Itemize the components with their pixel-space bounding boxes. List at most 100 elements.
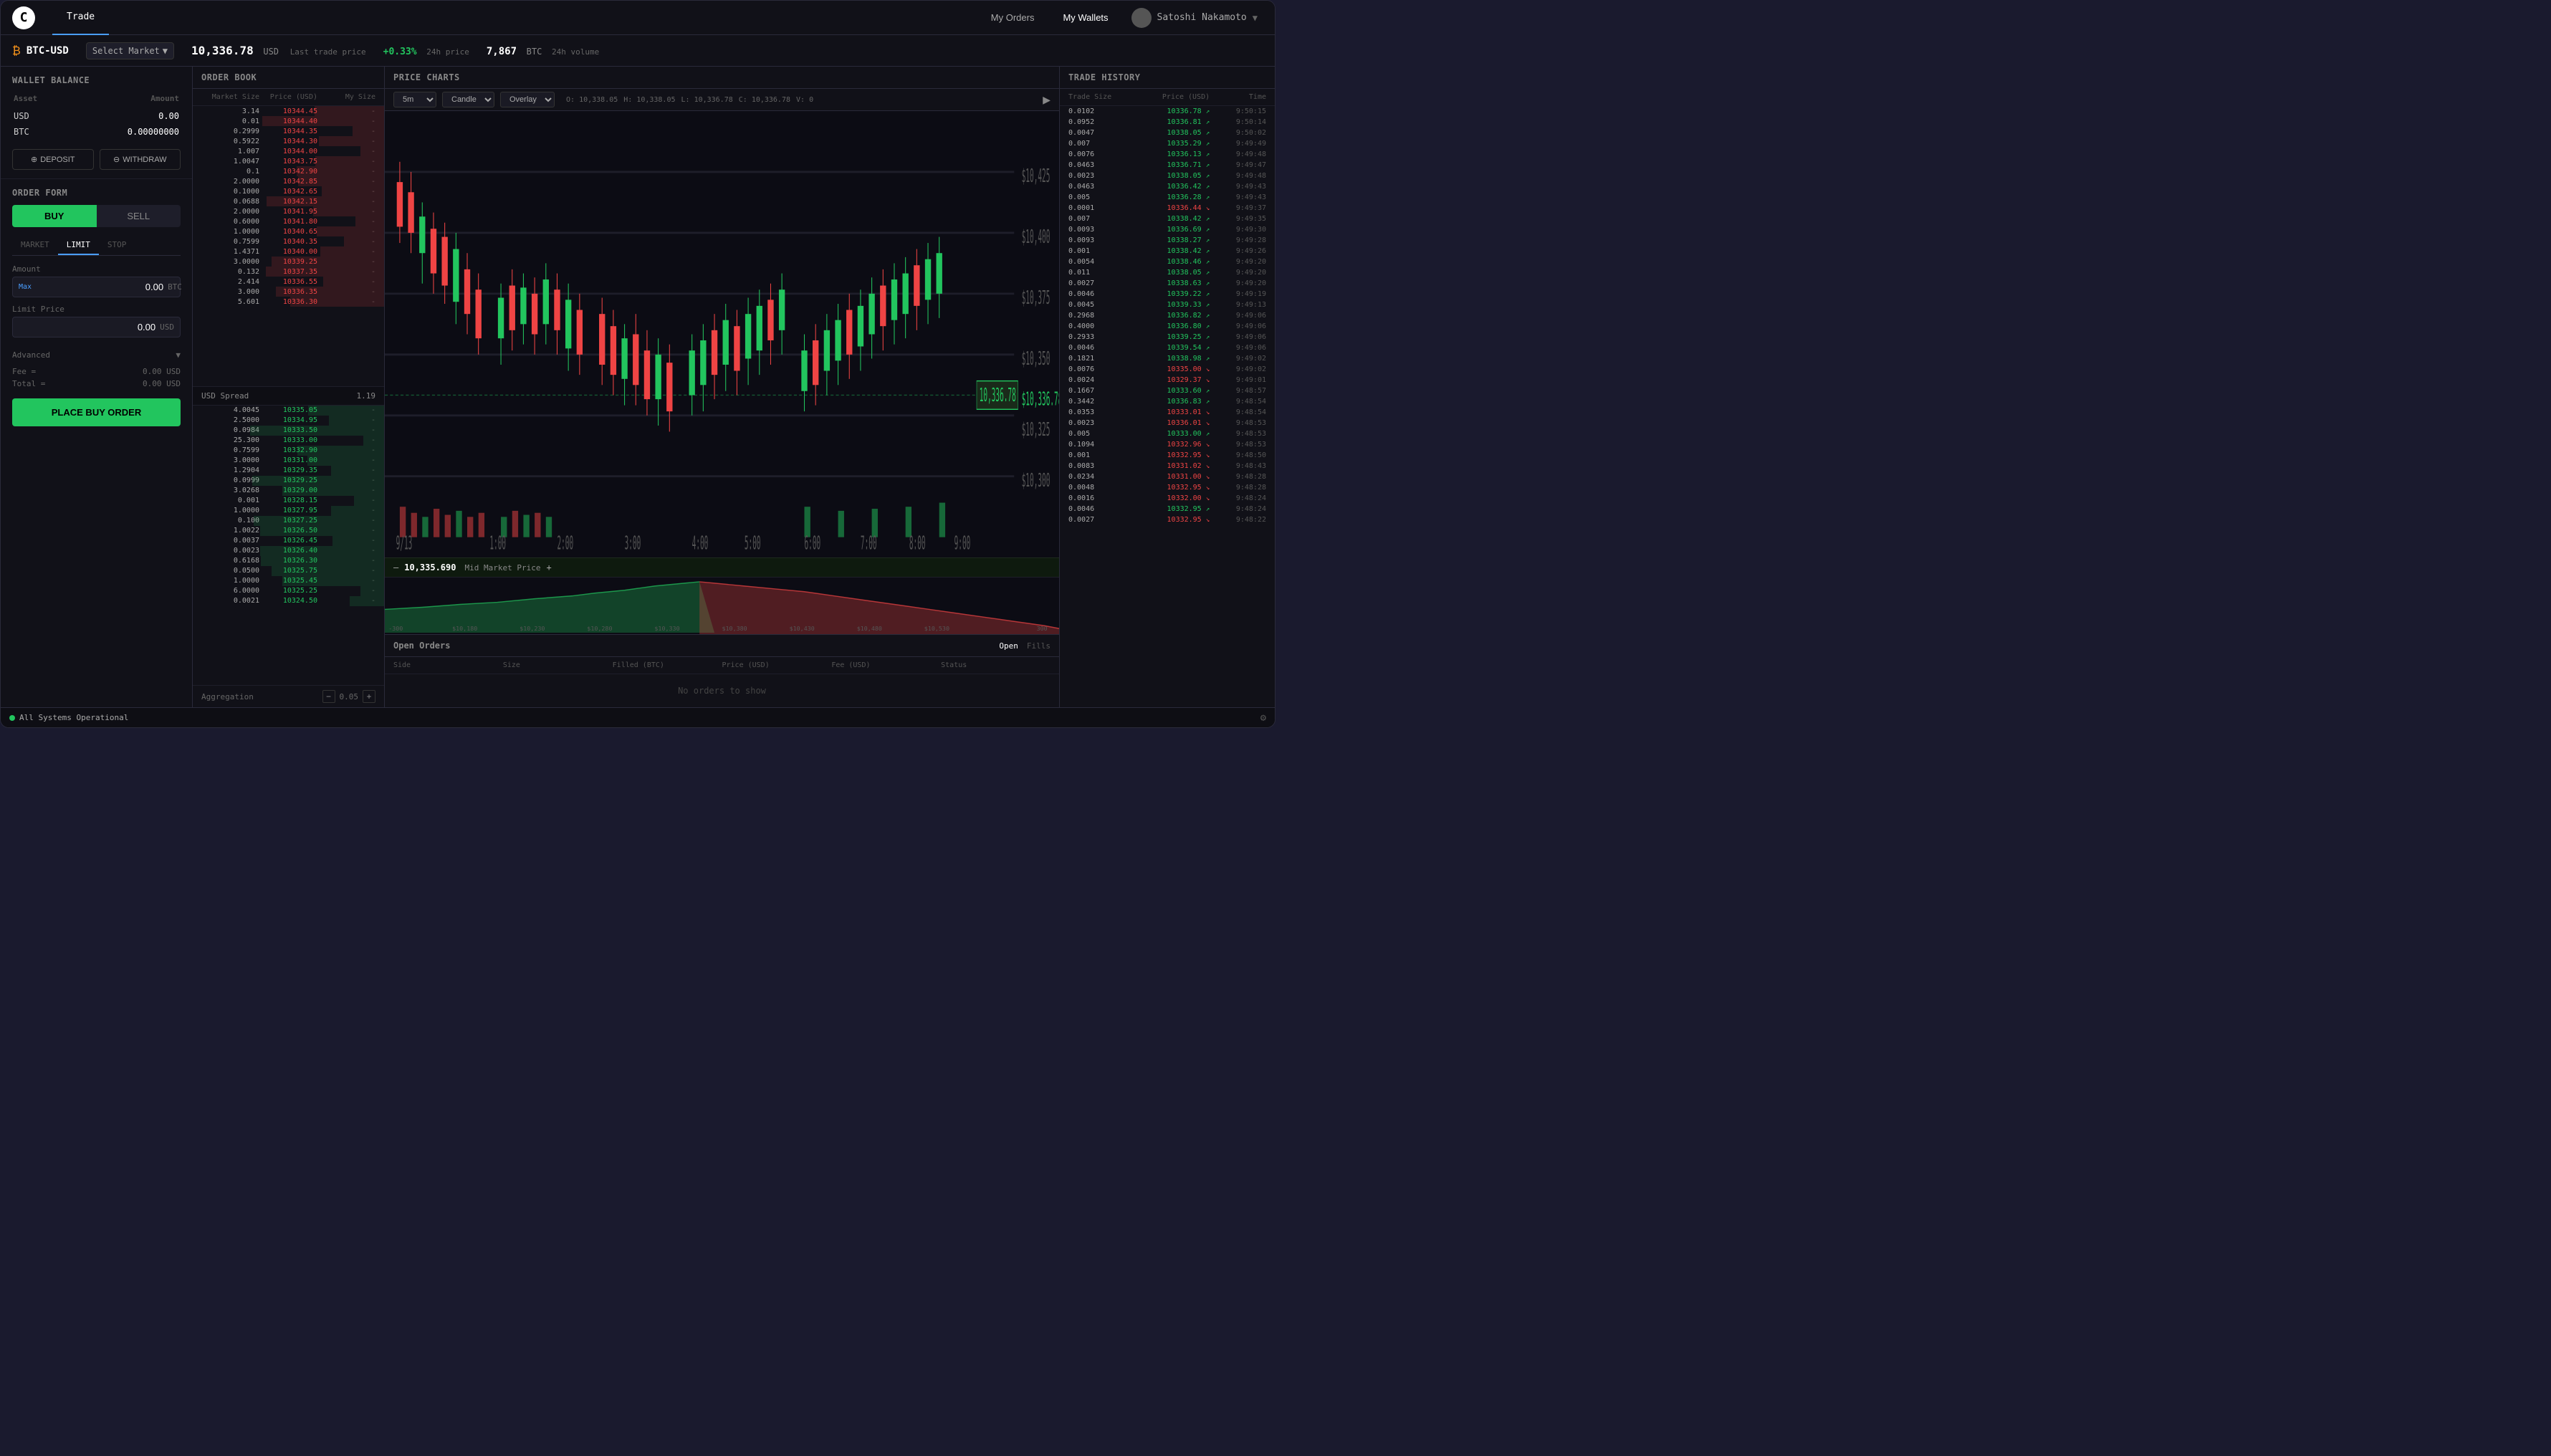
buy-order-row[interactable]: 4.004510335.05- xyxy=(193,406,384,416)
withdraw-button[interactable]: ⊖ WITHDRAW xyxy=(100,149,181,170)
fills-tab[interactable]: Fills xyxy=(1027,641,1050,651)
trade-history-row[interactable]: 0.0048 10332.95 ↘ 9:48:28 xyxy=(1060,482,1275,493)
trade-history-row[interactable]: 0.4000 10336.80 ↗ 9:49:06 xyxy=(1060,321,1275,332)
trade-history-row[interactable]: 0.1821 10338.98 ↗ 9:49:02 xyxy=(1060,353,1275,364)
settings-icon[interactable]: ⚙ xyxy=(1260,712,1266,724)
buy-order-row[interactable]: 0.003710326.45- xyxy=(193,536,384,546)
trade-history-row[interactable]: 0.0024 10329.37 ↘ 9:49:01 xyxy=(1060,375,1275,385)
trade-history-row[interactable]: 0.3442 10336.83 ↗ 9:48:54 xyxy=(1060,396,1275,407)
trade-history-row[interactable]: 0.0076 10336.13 ↗ 9:49:48 xyxy=(1060,149,1275,160)
select-market-button[interactable]: Select Market ▼ xyxy=(86,42,174,59)
trade-history-row[interactable]: 0.0046 10339.54 ↗ 9:49:06 xyxy=(1060,343,1275,353)
sell-order-row[interactable]: 2.000010342.85- xyxy=(193,176,384,186)
buy-order-row[interactable]: 0.098410333.50- xyxy=(193,426,384,436)
trade-history-row[interactable]: 0.0076 10335.00 ↘ 9:49:02 xyxy=(1060,364,1275,375)
buy-order-row[interactable]: 25.30010333.00- xyxy=(193,436,384,446)
sell-order-row[interactable]: 2.000010341.95- xyxy=(193,206,384,216)
trade-history-row[interactable]: 0.1667 10333.60 ↗ 9:48:57 xyxy=(1060,385,1275,396)
sell-order-row[interactable]: 0.759910340.35- xyxy=(193,236,384,246)
sell-order-row[interactable]: 0.600010341.80- xyxy=(193,216,384,226)
market-order-tab[interactable]: MARKET xyxy=(12,236,58,255)
trade-history-row[interactable]: 0.0047 10338.05 ↗ 9:50:02 xyxy=(1060,128,1275,138)
place-order-button[interactable]: PLACE BUY ORDER xyxy=(12,398,181,426)
my-orders-button[interactable]: My Orders xyxy=(980,8,1046,27)
trade-history-row[interactable]: 0.0083 10331.02 ↘ 9:48:43 xyxy=(1060,461,1275,471)
sell-order-row[interactable]: 2.41410336.55- xyxy=(193,277,384,287)
trade-history-row[interactable]: 0.0023 10338.05 ↗ 9:49:48 xyxy=(1060,171,1275,181)
trade-history-row[interactable]: 0.0093 10336.69 ↗ 9:49:30 xyxy=(1060,224,1275,235)
sell-order-row[interactable]: 1.437110340.00- xyxy=(193,246,384,257)
buy-order-row[interactable]: 1.002210326.50- xyxy=(193,526,384,536)
trade-history-row[interactable]: 0.001 10332.95 ↘ 9:48:50 xyxy=(1060,450,1275,461)
limit-price-input[interactable] xyxy=(19,322,155,332)
trade-history-row[interactable]: 0.2933 10339.25 ↗ 9:49:06 xyxy=(1060,332,1275,343)
trade-history-row[interactable]: 0.1094 10332.96 ↘ 9:48:53 xyxy=(1060,439,1275,450)
aggregation-decrease-button[interactable]: − xyxy=(322,690,335,703)
trade-history-row[interactable]: 0.0016 10332.00 ↘ 9:48:24 xyxy=(1060,493,1275,504)
overlay-select[interactable]: Overlay xyxy=(500,92,555,107)
buy-order-row[interactable]: 0.002110324.50- xyxy=(193,596,384,606)
trade-history-row[interactable]: 0.007 10335.29 ↗ 9:49:49 xyxy=(1060,138,1275,149)
trade-history-row[interactable]: 0.011 10338.05 ↗ 9:49:20 xyxy=(1060,267,1275,278)
trade-history-row[interactable]: 0.0046 10339.22 ↗ 9:49:19 xyxy=(1060,289,1275,300)
buy-order-row[interactable]: 1.290410329.35- xyxy=(193,466,384,476)
sell-order-row[interactable]: 0.110342.90- xyxy=(193,166,384,176)
trade-history-row[interactable]: 0.0001 10336.44 ↘ 9:49:37 xyxy=(1060,203,1275,214)
sell-order-row[interactable]: 3.1410344.45- xyxy=(193,106,384,116)
trade-history-row[interactable]: 0.0023 10336.01 ↘ 9:48:53 xyxy=(1060,418,1275,428)
stop-order-tab[interactable]: STOP xyxy=(99,236,135,255)
trade-history-row[interactable]: 0.0463 10336.71 ↗ 9:49:47 xyxy=(1060,160,1275,171)
buy-order-row[interactable]: 0.002310326.40- xyxy=(193,546,384,556)
buy-order-row[interactable]: 0.10010327.25- xyxy=(193,516,384,526)
sell-order-row[interactable]: 0.13210337.35- xyxy=(193,267,384,277)
trade-history-row[interactable]: 0.0027 10338.63 ↗ 9:49:20 xyxy=(1060,278,1275,289)
buy-order-row[interactable]: 0.099910329.25- xyxy=(193,476,384,486)
user-dropdown-icon[interactable]: ▼ xyxy=(1253,13,1258,23)
amount-input[interactable] xyxy=(37,282,163,292)
trade-history-row[interactable]: 0.007 10338.42 ↗ 9:49:35 xyxy=(1060,214,1275,224)
deposit-button[interactable]: ⊕ DEPOSIT xyxy=(12,149,94,170)
timeframe-select[interactable]: 5m1m15m1h1d xyxy=(393,92,436,107)
trade-history-row[interactable]: 0.0027 10332.95 ↘ 9:48:22 xyxy=(1060,514,1275,525)
sell-order-row[interactable]: 3.00010336.35- xyxy=(193,287,384,297)
trade-history-row[interactable]: 0.0234 10331.00 ↘ 9:48:28 xyxy=(1060,471,1275,482)
sell-order-row[interactable]: 5.60110336.30- xyxy=(193,297,384,307)
buy-order-row[interactable]: 0.050010325.75- xyxy=(193,566,384,576)
sell-order-row[interactable]: 0.0110344.40- xyxy=(193,116,384,126)
trade-history-row[interactable]: 0.0054 10338.46 ↗ 9:49:20 xyxy=(1060,257,1275,267)
trade-history-row[interactable]: 0.0952 10336.81 ↗ 9:50:14 xyxy=(1060,117,1275,128)
buy-tab[interactable]: BUY xyxy=(12,205,97,227)
buy-order-row[interactable]: 3.026810329.00- xyxy=(193,486,384,496)
trade-history-row[interactable]: 0.0093 10338.27 ↗ 9:49:28 xyxy=(1060,235,1275,246)
buy-order-row[interactable]: 3.000010331.00- xyxy=(193,456,384,466)
trade-history-row[interactable]: 0.001 10338.42 ↗ 9:49:26 xyxy=(1060,246,1275,257)
my-wallets-button[interactable]: My Wallets xyxy=(1051,8,1119,27)
aggregation-increase-button[interactable]: + xyxy=(363,690,375,703)
advanced-row[interactable]: Advanced ▼ xyxy=(12,345,181,365)
trade-history-row[interactable]: 0.0353 10333.01 ↘ 9:48:54 xyxy=(1060,407,1275,418)
trade-history-row[interactable]: 0.005 10333.00 ↗ 9:48:53 xyxy=(1060,428,1275,439)
trade-history-row[interactable]: 0.005 10336.28 ↗ 9:49:43 xyxy=(1060,192,1275,203)
chart-expand-button[interactable]: ▶ xyxy=(1043,94,1050,106)
trade-history-row[interactable]: 0.0045 10339.33 ↗ 9:49:13 xyxy=(1060,300,1275,310)
open-tab[interactable]: Open xyxy=(999,641,1018,651)
trade-history-row[interactable]: 0.0463 10336.42 ↗ 9:49:43 xyxy=(1060,181,1275,192)
sell-order-row[interactable]: 0.100010342.65- xyxy=(193,186,384,196)
user-menu[interactable]: Satoshi Nakamoto ▼ xyxy=(1126,5,1263,31)
sell-tab[interactable]: SELL xyxy=(97,205,181,227)
sell-order-row[interactable]: 3.000010339.25- xyxy=(193,257,384,267)
sell-order-row[interactable]: 1.000010340.65- xyxy=(193,226,384,236)
trade-history-row[interactable]: 0.2968 10336.82 ↗ 9:49:06 xyxy=(1060,310,1275,321)
buy-order-row[interactable]: 1.000010325.45- xyxy=(193,576,384,586)
sell-order-row[interactable]: 0.299910344.35- xyxy=(193,126,384,136)
nav-tab-trade[interactable]: Trade xyxy=(52,1,109,35)
buy-order-row[interactable]: 6.000010325.25- xyxy=(193,586,384,596)
sell-order-row[interactable]: 0.592210344.30- xyxy=(193,136,384,146)
sell-order-row[interactable]: 1.004710343.75- xyxy=(193,156,384,166)
sell-order-row[interactable]: 1.00710344.00- xyxy=(193,146,384,156)
sell-order-row[interactable]: 0.068810342.15- xyxy=(193,196,384,206)
buy-order-row[interactable]: 1.000010327.95- xyxy=(193,506,384,516)
max-link[interactable]: Max xyxy=(19,283,32,291)
buy-order-row[interactable]: 2.500010334.95- xyxy=(193,416,384,426)
chart-type-select[interactable]: Candle xyxy=(442,92,494,107)
